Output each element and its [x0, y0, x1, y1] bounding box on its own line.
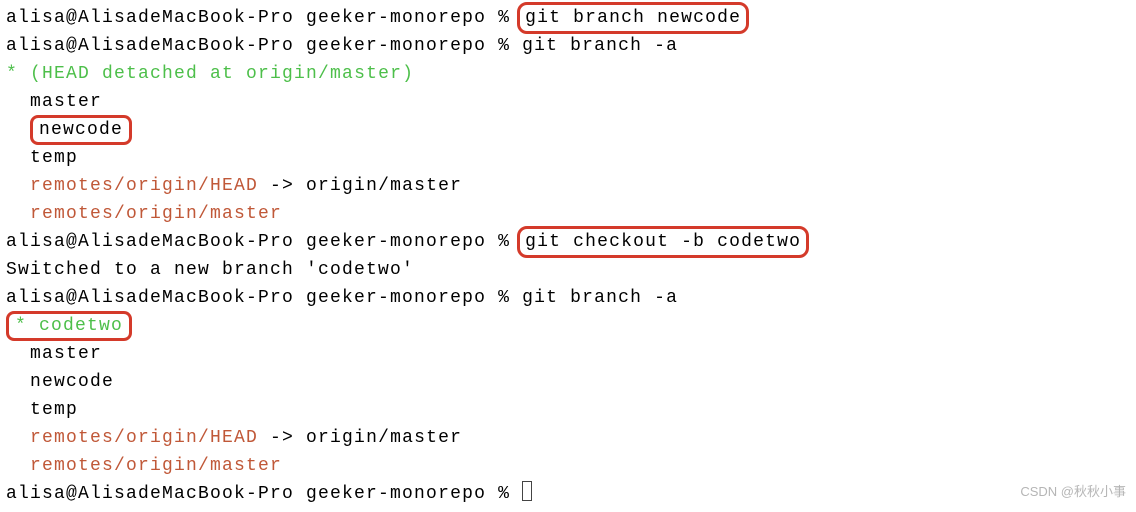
- shell-prompt: alisa@AlisadeMacBook-Pro geeker-monorepo…: [6, 288, 522, 308]
- prompt-line-3: alisa@AlisadeMacBook-Pro geeker-monorepo…: [6, 228, 1130, 256]
- branch-newcode: newcode: [39, 120, 123, 140]
- shell-prompt: alisa@AlisadeMacBook-Pro geeker-monorepo…: [6, 36, 522, 56]
- head-detached-text: (HEAD detached at origin/master): [30, 64, 414, 84]
- branch-master: master: [6, 88, 1130, 116]
- branch-codetwo-line: * codetwo: [6, 312, 1130, 340]
- remote-origin-master: remotes/origin/master: [6, 200, 1130, 228]
- terminal-output[interactable]: alisa@AlisadeMacBook-Pro geeker-monorepo…: [6, 4, 1130, 508]
- branch-master: master: [6, 340, 1130, 368]
- watermark-text: CSDN @秋秋小事: [1020, 478, 1126, 506]
- highlight-codetwo: * codetwo: [6, 311, 132, 341]
- remote-origin-head: remotes/origin/HEAD: [6, 176, 258, 196]
- branch-head-detached: * (HEAD detached at origin/master): [6, 60, 1130, 88]
- prompt-line-4: alisa@AlisadeMacBook-Pro geeker-monorepo…: [6, 284, 1130, 312]
- cursor-icon[interactable]: [522, 481, 532, 501]
- prompt-line-2: alisa@AlisadeMacBook-Pro geeker-monorepo…: [6, 32, 1130, 60]
- branch-newcode: newcode: [6, 368, 1130, 396]
- highlight-git-branch-newcode: git branch newcode: [517, 2, 749, 34]
- highlight-git-checkout: git checkout -b codetwo: [517, 226, 809, 258]
- branch-temp: temp: [6, 396, 1130, 424]
- command-text: git branch -a: [522, 288, 678, 308]
- prompt-line-1: alisa@AlisadeMacBook-Pro geeker-monorepo…: [6, 4, 1130, 32]
- switched-branch-message: Switched to a new branch 'codetwo': [6, 256, 1130, 284]
- branch-temp: temp: [6, 144, 1130, 172]
- remote-head-line: remotes/origin/HEAD -> origin/master: [6, 424, 1130, 452]
- remote-origin-head: remotes/origin/HEAD: [6, 428, 258, 448]
- remote-origin-master: remotes/origin/master: [6, 452, 1130, 480]
- remote-arrow-target: -> origin/master: [258, 176, 462, 196]
- branch-newcode-line: newcode: [6, 116, 1130, 144]
- remote-head-line: remotes/origin/HEAD -> origin/master: [6, 172, 1130, 200]
- shell-prompt: alisa@AlisadeMacBook-Pro geeker-monorepo…: [6, 232, 522, 252]
- shell-prompt: alisa@AlisadeMacBook-Pro geeker-monorepo…: [6, 8, 522, 28]
- current-marker: *: [6, 64, 30, 84]
- command-text: git branch newcode: [525, 8, 741, 28]
- command-text: git branch -a: [522, 36, 678, 56]
- highlight-newcode: newcode: [30, 115, 132, 145]
- prompt-line-5: alisa@AlisadeMacBook-Pro geeker-monorepo…: [6, 480, 1130, 508]
- current-marker: *: [15, 316, 39, 336]
- shell-prompt: alisa@AlisadeMacBook-Pro geeker-monorepo…: [6, 484, 522, 504]
- branch-codetwo: codetwo: [39, 316, 123, 336]
- command-text: git checkout -b codetwo: [525, 232, 801, 252]
- remote-arrow-target: -> origin/master: [258, 428, 462, 448]
